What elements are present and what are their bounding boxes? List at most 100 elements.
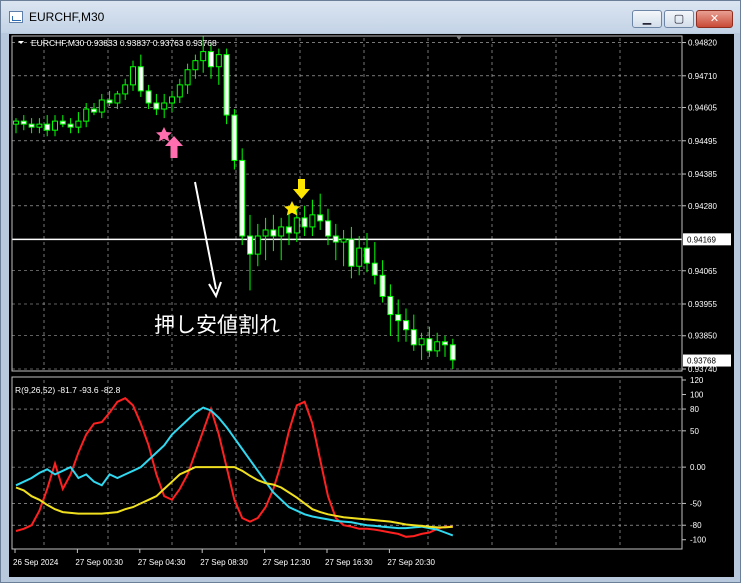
candle-bear xyxy=(371,262,378,276)
minimize-icon: ▁ xyxy=(642,12,652,25)
candle-bear xyxy=(59,120,66,125)
candle-bear xyxy=(426,338,433,352)
candle-bear xyxy=(332,235,339,243)
candle-bear xyxy=(28,123,35,128)
chart-window-icon xyxy=(9,11,23,23)
candle-bull xyxy=(98,99,105,113)
candle-bull xyxy=(83,108,90,122)
candle-bull xyxy=(130,66,136,86)
candle-bear xyxy=(325,220,331,237)
candle-bull xyxy=(75,120,82,128)
chart-client-area[interactable]: 0.94820 0.94710 0.94605 0.94495 0.94385 0.942… xyxy=(9,34,734,577)
candle-bull xyxy=(254,235,261,255)
main-panel-border xyxy=(11,35,683,372)
trend-arrow-line xyxy=(194,181,217,290)
y-axis-label: 0.94065 xyxy=(688,267,717,276)
candle-bear xyxy=(301,217,308,228)
y-axis-label: 0.94605 xyxy=(688,104,717,113)
candle-bear xyxy=(223,54,230,116)
candle-bear xyxy=(106,99,113,104)
candle-bear xyxy=(44,123,51,131)
candle-bull xyxy=(114,93,121,104)
candle-bull xyxy=(169,96,175,104)
minimize-button[interactable]: ▁ xyxy=(632,10,662,28)
indicator-y-axis-label: 120 xyxy=(690,376,704,385)
indicator-series-1 xyxy=(15,406,454,537)
candle-bull xyxy=(192,60,199,71)
x-axis-label: 26 Sep 2024 xyxy=(13,558,59,567)
candle-bull xyxy=(176,84,183,98)
candle-bear xyxy=(247,235,253,255)
candle-bull xyxy=(262,229,269,237)
indicator-y-axis-label: -80 xyxy=(690,521,702,530)
candle-bear xyxy=(364,247,370,264)
close-button[interactable]: ✕ xyxy=(696,10,733,28)
support-line-label: 0.94169 xyxy=(687,235,716,244)
candle-bear xyxy=(395,314,402,322)
title-bar[interactable]: EURCHF,M30 ▁ ▢ ✕ xyxy=(1,1,740,33)
yellow-down-arrow-icon xyxy=(293,179,310,199)
candle-bull xyxy=(278,226,285,237)
x-axis-label: 27 Sep 20:30 xyxy=(387,558,435,567)
candle-bull xyxy=(200,51,207,62)
candle-bear xyxy=(91,108,97,113)
candle-bull xyxy=(13,120,19,125)
y-axis-label: 0.94820 xyxy=(688,39,717,48)
current-price-label: 0.93768 xyxy=(687,357,716,366)
candle-bear xyxy=(145,90,152,104)
main-chart-header: EURCHF,M30 0.93833 0.93837 0.93763 0.937… xyxy=(31,38,217,48)
axes: 0.94820 0.94710 0.94605 0.94495 0.94385 0.942… xyxy=(11,35,731,567)
indicator-y-axis-label: 100 xyxy=(690,391,704,400)
y-axis-label: 0.94495 xyxy=(688,137,717,146)
candle-bear xyxy=(379,274,386,297)
close-icon: ✕ xyxy=(709,12,720,25)
candle-bear xyxy=(67,123,74,128)
chart-window: EURCHF,M30 ▁ ▢ ✕ 0.94820 0.94710 0.94605 0.… xyxy=(0,0,741,583)
indicator-y-axis-label: -50 xyxy=(690,499,702,508)
candle-bull xyxy=(434,341,441,352)
candle-bull xyxy=(340,238,347,243)
candle-bull xyxy=(356,247,363,267)
window-title: EURCHF,M30 xyxy=(29,10,105,24)
candle-bull xyxy=(122,84,129,95)
indicator-y-axis-label: 50 xyxy=(690,427,699,436)
x-axis-label: 27 Sep 00:30 xyxy=(75,558,123,567)
chart-canvas[interactable]: 0.94820 0.94710 0.94605 0.94495 0.94385 0.942… xyxy=(9,34,734,577)
indicator-y-axis-label: 80 xyxy=(690,405,699,414)
candle-bear xyxy=(410,329,417,346)
candle-bull xyxy=(215,54,222,68)
annotation-text: 押し安値割れ xyxy=(154,313,280,337)
candle-bear xyxy=(20,120,27,125)
candle-bear xyxy=(208,51,214,68)
x-axis-label: 27 Sep 16:30 xyxy=(325,558,373,567)
pink-star-icon xyxy=(156,127,172,142)
candle-bull xyxy=(161,102,168,110)
yellow-star-icon xyxy=(284,201,300,216)
indicator-y-axis-label: 0.00 xyxy=(690,463,706,472)
candle-bear xyxy=(387,295,394,316)
chart-shift-marker-icon[interactable] xyxy=(456,36,462,40)
candle-bull xyxy=(52,120,58,131)
candle-bear xyxy=(317,214,324,222)
candle-bear xyxy=(403,320,409,331)
candle-bear xyxy=(270,229,277,237)
candle-bear xyxy=(286,226,292,234)
candle-bear xyxy=(348,238,355,267)
maximize-button[interactable]: ▢ xyxy=(664,10,694,28)
main-grid xyxy=(12,38,682,370)
candle-bull xyxy=(309,214,316,228)
candle-bull xyxy=(418,338,425,346)
candle-bear xyxy=(231,114,238,161)
candle-bull xyxy=(184,69,191,86)
candle-bear xyxy=(449,344,456,361)
candle-bear xyxy=(153,102,160,110)
candle-bear xyxy=(137,66,144,92)
y-axis-label: 0.93955 xyxy=(688,300,717,309)
candle-bear xyxy=(239,159,246,237)
candle-bull xyxy=(293,217,300,234)
maximize-icon: ▢ xyxy=(673,12,685,25)
candle-bear xyxy=(442,341,448,346)
indicator-header: R(9,26,52) -81.7 -93.6 -82.8 xyxy=(15,385,121,395)
y-axis-label: 0.94280 xyxy=(688,202,717,211)
y-axis-label: 0.94385 xyxy=(688,170,717,179)
